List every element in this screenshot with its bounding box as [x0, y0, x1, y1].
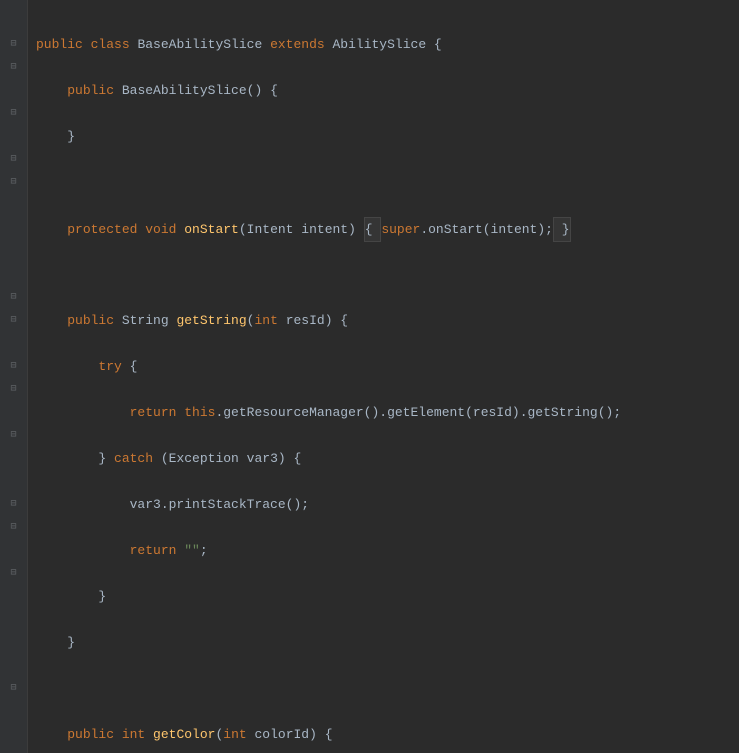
- ret-type: String: [114, 313, 176, 328]
- fold-icon[interactable]: ⊟: [0, 562, 27, 585]
- code-line[interactable]: [36, 263, 731, 286]
- fold-icon: [0, 447, 27, 470]
- call: .getResourceManager().getElement(resId).…: [215, 405, 621, 420]
- fold-icon: [0, 263, 27, 286]
- keyword: public class: [36, 37, 130, 52]
- code-line[interactable]: public BaseAbilitySlice() {: [36, 79, 731, 102]
- fold-icon[interactable]: ⊟: [0, 102, 27, 125]
- ctor-name: BaseAbilitySlice: [122, 83, 247, 98]
- param-name: intent: [293, 222, 348, 237]
- fold-icon: [0, 401, 27, 424]
- keyword: public: [67, 83, 114, 98]
- keyword: protected void: [67, 222, 176, 237]
- keyword: int: [223, 727, 246, 742]
- code-line[interactable]: return "";: [36, 539, 731, 562]
- fold-icon[interactable]: ⊟: [0, 355, 27, 378]
- fold-icon: [0, 125, 27, 148]
- keyword: this: [184, 405, 215, 420]
- stmt: var3.printStackTrace();: [130, 497, 309, 512]
- code-line[interactable]: try {: [36, 355, 731, 378]
- params: () {: [247, 83, 278, 98]
- code-line[interactable]: [36, 171, 731, 194]
- fold-icon[interactable]: ⊟: [0, 516, 27, 539]
- keyword: extends: [270, 37, 325, 52]
- fold-icon: [0, 79, 27, 102]
- highlight: }: [553, 217, 571, 242]
- paren: (: [239, 222, 247, 237]
- code-line[interactable]: public int getColor(int colorId) {: [36, 723, 731, 746]
- fold-icon: [0, 585, 27, 608]
- code-line[interactable]: protected void onStart(Intent intent) { …: [36, 217, 731, 240]
- param-type: Intent: [247, 222, 294, 237]
- fold-icon: [0, 240, 27, 263]
- fold-icon[interactable]: ⊟: [0, 493, 27, 516]
- string: "": [184, 543, 200, 558]
- brace: }: [98, 451, 114, 466]
- keyword: public int: [67, 727, 145, 742]
- parent-class: AbilitySlice: [333, 37, 427, 52]
- brace: {: [122, 359, 138, 374]
- fold-icon[interactable]: ⊟: [0, 424, 27, 447]
- keyword: try: [98, 359, 121, 374]
- class-name: BaseAbilitySlice: [137, 37, 262, 52]
- catch-params: (Exception var3) {: [153, 451, 301, 466]
- semi: ;: [200, 543, 208, 558]
- call: .onStart(intent);: [420, 222, 553, 237]
- fold-icon[interactable]: ⊟: [0, 286, 27, 309]
- fold-icon[interactable]: ⊟: [0, 56, 27, 79]
- paren: ) {: [309, 727, 332, 742]
- fold-icon: [0, 332, 27, 355]
- fold-icon[interactable]: ⊟: [0, 148, 27, 171]
- fold-icon[interactable]: [0, 10, 27, 33]
- fold-icon[interactable]: ⊟: [0, 378, 27, 401]
- brace: {: [426, 37, 442, 52]
- keyword: super: [381, 222, 420, 237]
- brace: }: [67, 129, 75, 144]
- code-line[interactable]: }: [36, 631, 731, 654]
- fold-icon[interactable]: ⊟: [0, 677, 27, 700]
- code-line[interactable]: } catch (Exception var3) {: [36, 447, 731, 470]
- brace: }: [98, 589, 106, 604]
- code-line[interactable]: [36, 677, 731, 700]
- code-line[interactable]: public class BaseAbilitySlice extends Ab…: [36, 33, 731, 56]
- code-line[interactable]: }: [36, 585, 731, 608]
- keyword: catch: [114, 451, 153, 466]
- code-line[interactable]: }: [36, 125, 731, 148]
- code-line[interactable]: return this.getResourceManager().getElem…: [36, 401, 731, 424]
- fold-icon: [0, 539, 27, 562]
- keyword: return: [130, 543, 185, 558]
- fold-icon[interactable]: ⊟: [0, 309, 27, 332]
- editor-gutter: ⊟ ⊟ ⊟ ⊟ ⊟ ⊟ ⊟ ⊟ ⊟ ⊟ ⊟ ⊟ ⊟ ⊟: [0, 0, 28, 753]
- fold-icon[interactable]: ⊟: [0, 33, 27, 56]
- keyword: return: [130, 405, 185, 420]
- keyword: public: [67, 313, 114, 328]
- paren: ) {: [325, 313, 348, 328]
- highlight: {: [364, 217, 382, 242]
- method-name: onStart: [184, 222, 239, 237]
- fold-icon: [0, 470, 27, 493]
- fold-icon: [0, 217, 27, 240]
- paren: ): [348, 222, 364, 237]
- fold-icon: [0, 631, 27, 654]
- fold-icon: [0, 654, 27, 677]
- fold-icon: [0, 608, 27, 631]
- fold-icon: [0, 194, 27, 217]
- param-name: colorId: [247, 727, 309, 742]
- code-line[interactable]: var3.printStackTrace();: [36, 493, 731, 516]
- keyword: int: [254, 313, 277, 328]
- brace: }: [67, 635, 75, 650]
- param-name: resId: [278, 313, 325, 328]
- fold-icon: [0, 700, 27, 723]
- code-editor[interactable]: public class BaseAbilitySlice extends Ab…: [28, 0, 739, 753]
- code-line[interactable]: public String getString(int resId) {: [36, 309, 731, 332]
- method-name: getString: [176, 313, 246, 328]
- method-name: getColor: [153, 727, 215, 742]
- fold-icon[interactable]: ⊟: [0, 171, 27, 194]
